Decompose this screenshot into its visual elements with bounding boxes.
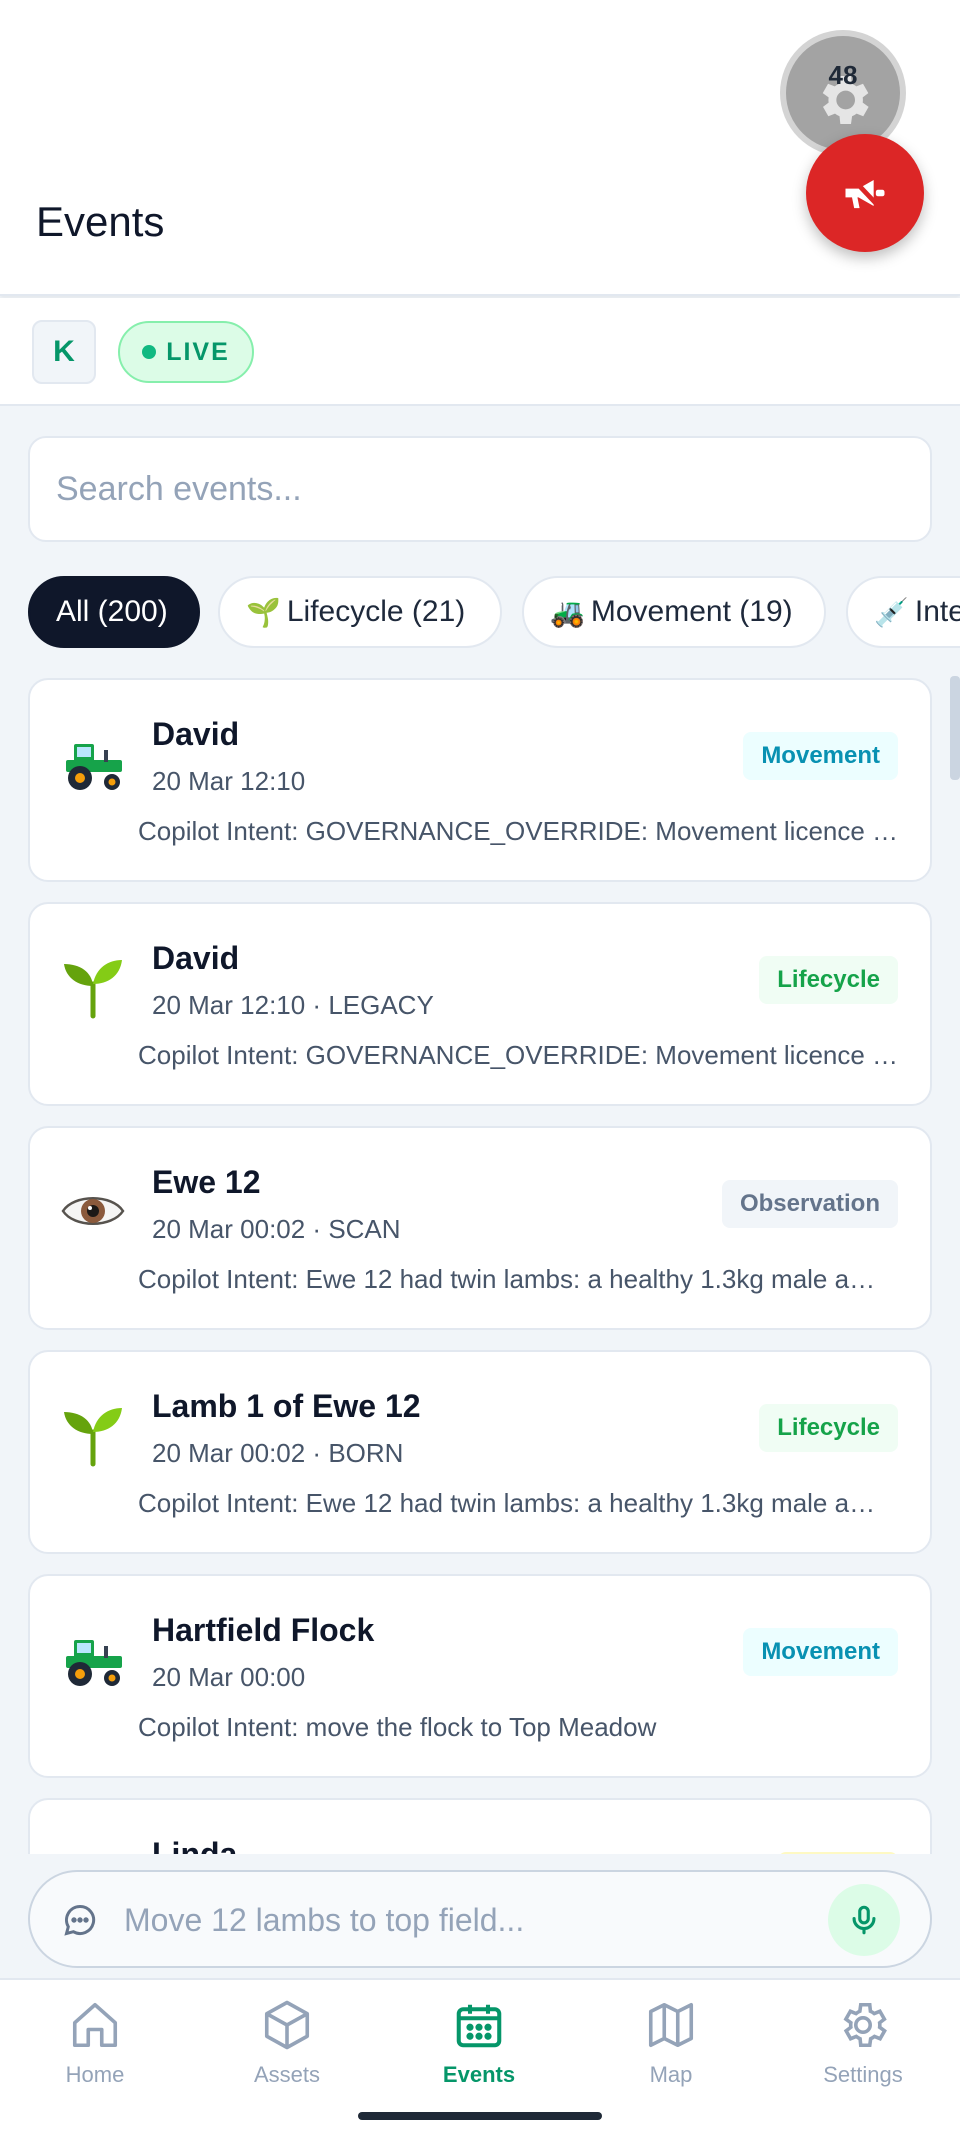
- event-description: Copilot Intent: GOVERNANCE_OVERRIDE: Mov…: [138, 1040, 904, 1070]
- filter-chip-label: Lifecycle (21): [286, 595, 466, 628]
- cube-icon: [264, 2000, 310, 2050]
- calendar-icon: [456, 2004, 502, 2048]
- event-description: Copilot Intent: Ewe 12 had twin lambs: a…: [138, 1264, 876, 1294]
- nav-home[interactable]: Home: [20, 1998, 170, 2088]
- filter-chip-all[interactable]: All (200): [28, 576, 200, 648]
- nav-label: Settings: [823, 2062, 903, 2087]
- event-meta: 20 Mar 00:00: [152, 1662, 306, 1692]
- nav-events[interactable]: Events: [404, 1998, 554, 2088]
- syringe-icon: 💉: [874, 596, 909, 628]
- filter-chip-movement[interactable]: 🚜 Movement (19): [522, 576, 826, 648]
- filter-chip-label: Inte: [914, 595, 960, 628]
- filter-chip-label: All (200): [56, 595, 168, 628]
- nav-assets[interactable]: Assets: [212, 1998, 362, 2088]
- event-type-tag: Movement: [743, 1628, 898, 1676]
- event-description: Copilot Intent: move the flock to Top Me…: [138, 1712, 657, 1742]
- eye-icon: [60, 1178, 126, 1244]
- event-card[interactable]: David 20 Mar 12:10 Copilot Intent: GOVER…: [28, 678, 932, 882]
- microphone-icon: [852, 1905, 876, 1935]
- event-type-tag: Movement: [743, 732, 898, 780]
- event-description: Copilot Intent: Ewe 12 had twin lambs: a…: [138, 1488, 876, 1518]
- search-input[interactable]: [28, 436, 932, 542]
- event-type-tag: Observation: [721, 1180, 898, 1228]
- live-dot-icon: [142, 345, 157, 359]
- copilot-input[interactable]: Move 12 lambs to top field...: [28, 1870, 932, 1968]
- copilot-input-placeholder: Move 12 lambs to top field...: [124, 1902, 525, 1938]
- scrollbar[interactable]: [950, 676, 960, 780]
- tractor-icon: [60, 1626, 126, 1692]
- live-label: LIVE: [166, 337, 230, 366]
- event-card[interactable]: Linda: [28, 1798, 932, 1854]
- nav-label: Assets: [253, 2062, 321, 2087]
- event-title: Hartfield Flock: [152, 1612, 375, 1648]
- seedling-icon: [60, 954, 126, 1020]
- megaphone-off-icon: [845, 171, 887, 215]
- chat-bubble-icon: [64, 1904, 96, 1936]
- home-icon: [72, 2002, 118, 2048]
- event-title: Lamb 1 of Ewe 12: [152, 1388, 421, 1424]
- nav-label: Home: [65, 2062, 125, 2087]
- event-title: David: [152, 716, 240, 752]
- settings-badge-count: 48: [828, 60, 858, 90]
- seedling-icon: [60, 1402, 126, 1468]
- event-title: Ewe 12: [152, 1164, 261, 1200]
- event-card[interactable]: Lamb 1 of Ewe 12 20 Mar 00:02 · BORN Cop…: [28, 1350, 932, 1554]
- filter-chip-lifecycle[interactable]: 🌱 Lifecycle (21): [218, 576, 502, 648]
- nav-label: Map: [649, 2062, 693, 2087]
- tractor-icon: [60, 730, 126, 796]
- event-list: David 20 Mar 12:10 Copilot Intent: GOVER…: [28, 678, 932, 1854]
- alert-fab[interactable]: [806, 134, 924, 252]
- settings-fab[interactable]: 48: [786, 36, 900, 150]
- event-type-tag: Lifecycle: [759, 1404, 898, 1452]
- page-title: Events: [36, 198, 165, 245]
- event-meta: 20 Mar 00:02 · BORN: [152, 1438, 404, 1468]
- event-card[interactable]: David 20 Mar 12:10 · LEGACY Copilot Inte…: [28, 902, 932, 1106]
- event-title: David: [152, 940, 240, 976]
- filter-chip-intervention[interactable]: 💉 Inte: [846, 576, 960, 648]
- filter-chips: All (200) 🌱 Lifecycle (21) 🚜 Movement (1…: [28, 576, 960, 648]
- microphone-button[interactable]: [828, 1884, 900, 1956]
- event-card[interactable]: Hartfield Flock 20 Mar 00:00 Copilot Int…: [28, 1574, 932, 1778]
- event-type-tag: Lifecycle: [759, 956, 898, 1004]
- nav-settings[interactable]: Settings: [788, 1998, 938, 2088]
- tractor-icon: 🚜: [550, 596, 585, 628]
- event-title: Linda: [152, 1836, 238, 1854]
- live-indicator: LIVE: [118, 321, 254, 383]
- event-description: Copilot Intent: GOVERNANCE_OVERRIDE: Mov…: [138, 816, 904, 846]
- nav-map[interactable]: Map: [596, 1998, 746, 2088]
- seedling-icon: 🌱: [246, 596, 281, 628]
- map-icon: [648, 2002, 694, 2048]
- user-avatar[interactable]: K: [32, 320, 96, 384]
- event-meta: 20 Mar 12:10 · LEGACY: [152, 990, 434, 1020]
- event-meta: 20 Mar 00:02 · SCAN: [152, 1214, 401, 1244]
- event-meta: 20 Mar 12:10: [152, 766, 306, 796]
- nav-label: Events: [442, 2062, 516, 2087]
- filter-chip-label: Movement (19): [590, 595, 793, 628]
- home-indicator[interactable]: [358, 2112, 602, 2120]
- event-card[interactable]: Ewe 12 20 Mar 00:02 · SCAN Copilot Inten…: [28, 1126, 932, 1330]
- gear-icon: [843, 2002, 887, 2048]
